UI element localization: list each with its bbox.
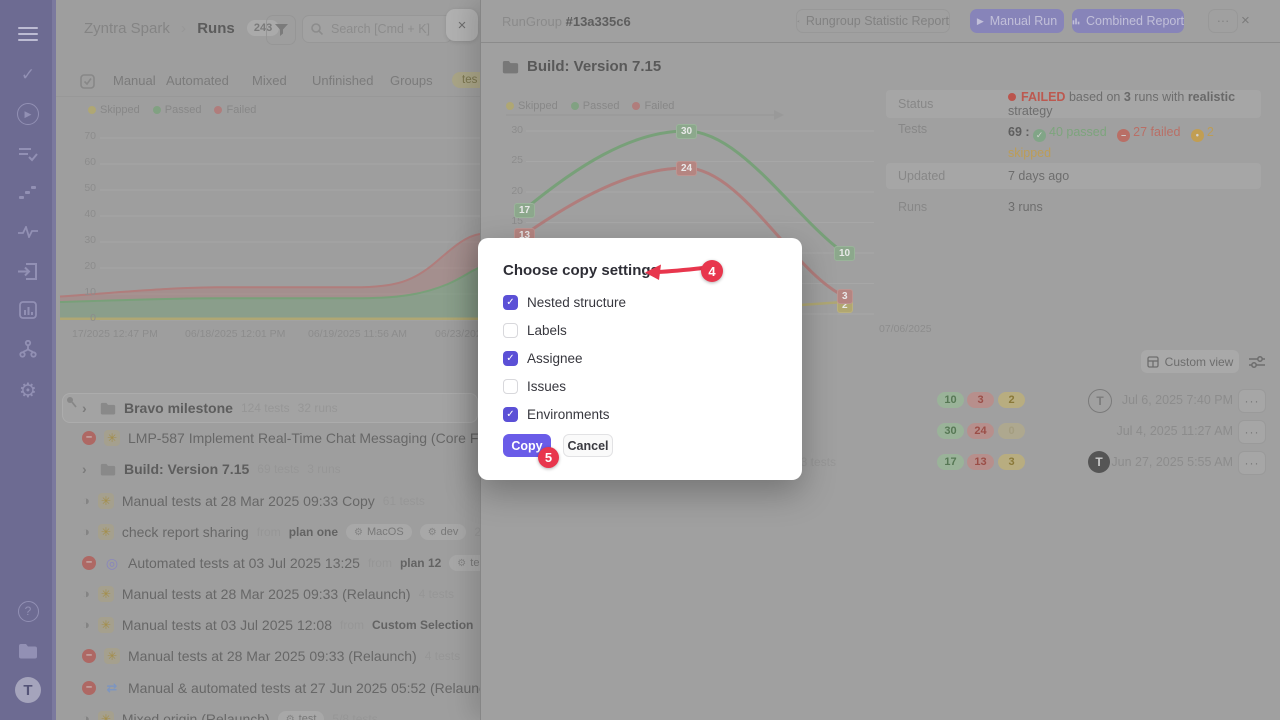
annotation-step-5: 5: [538, 447, 559, 468]
checkbox-checked-icon[interactable]: ✓: [503, 407, 518, 422]
option-label: Environments: [527, 407, 610, 422]
option-assignee[interactable]: ✓ Assignee: [503, 349, 583, 367]
checkbox-checked-icon[interactable]: ✓: [503, 295, 518, 310]
option-nested-structure[interactable]: ✓ Nested structure: [503, 293, 626, 311]
option-labels[interactable]: Labels: [503, 321, 567, 339]
checkbox-unchecked-icon[interactable]: [503, 379, 518, 394]
option-issues[interactable]: Issues: [503, 377, 566, 395]
app-root: ✓ ▶ ⚙ ? T Zyntra Spark › Runs: [0, 0, 1280, 720]
option-label: Issues: [527, 379, 566, 394]
option-label: Nested structure: [527, 295, 626, 310]
checkbox-unchecked-icon[interactable]: [503, 323, 518, 338]
annotation-step-4: 4: [701, 260, 723, 282]
cancel-button[interactable]: Cancel: [563, 434, 613, 457]
copy-settings-modal: Choose copy settings ✓ Nested structure …: [478, 238, 802, 480]
modal-title: Choose copy settings: [503, 262, 659, 279]
option-label: Labels: [527, 323, 567, 338]
checkbox-checked-icon[interactable]: ✓: [503, 351, 518, 366]
option-environments[interactable]: ✓ Environments: [503, 405, 610, 423]
option-label: Assignee: [527, 351, 583, 366]
